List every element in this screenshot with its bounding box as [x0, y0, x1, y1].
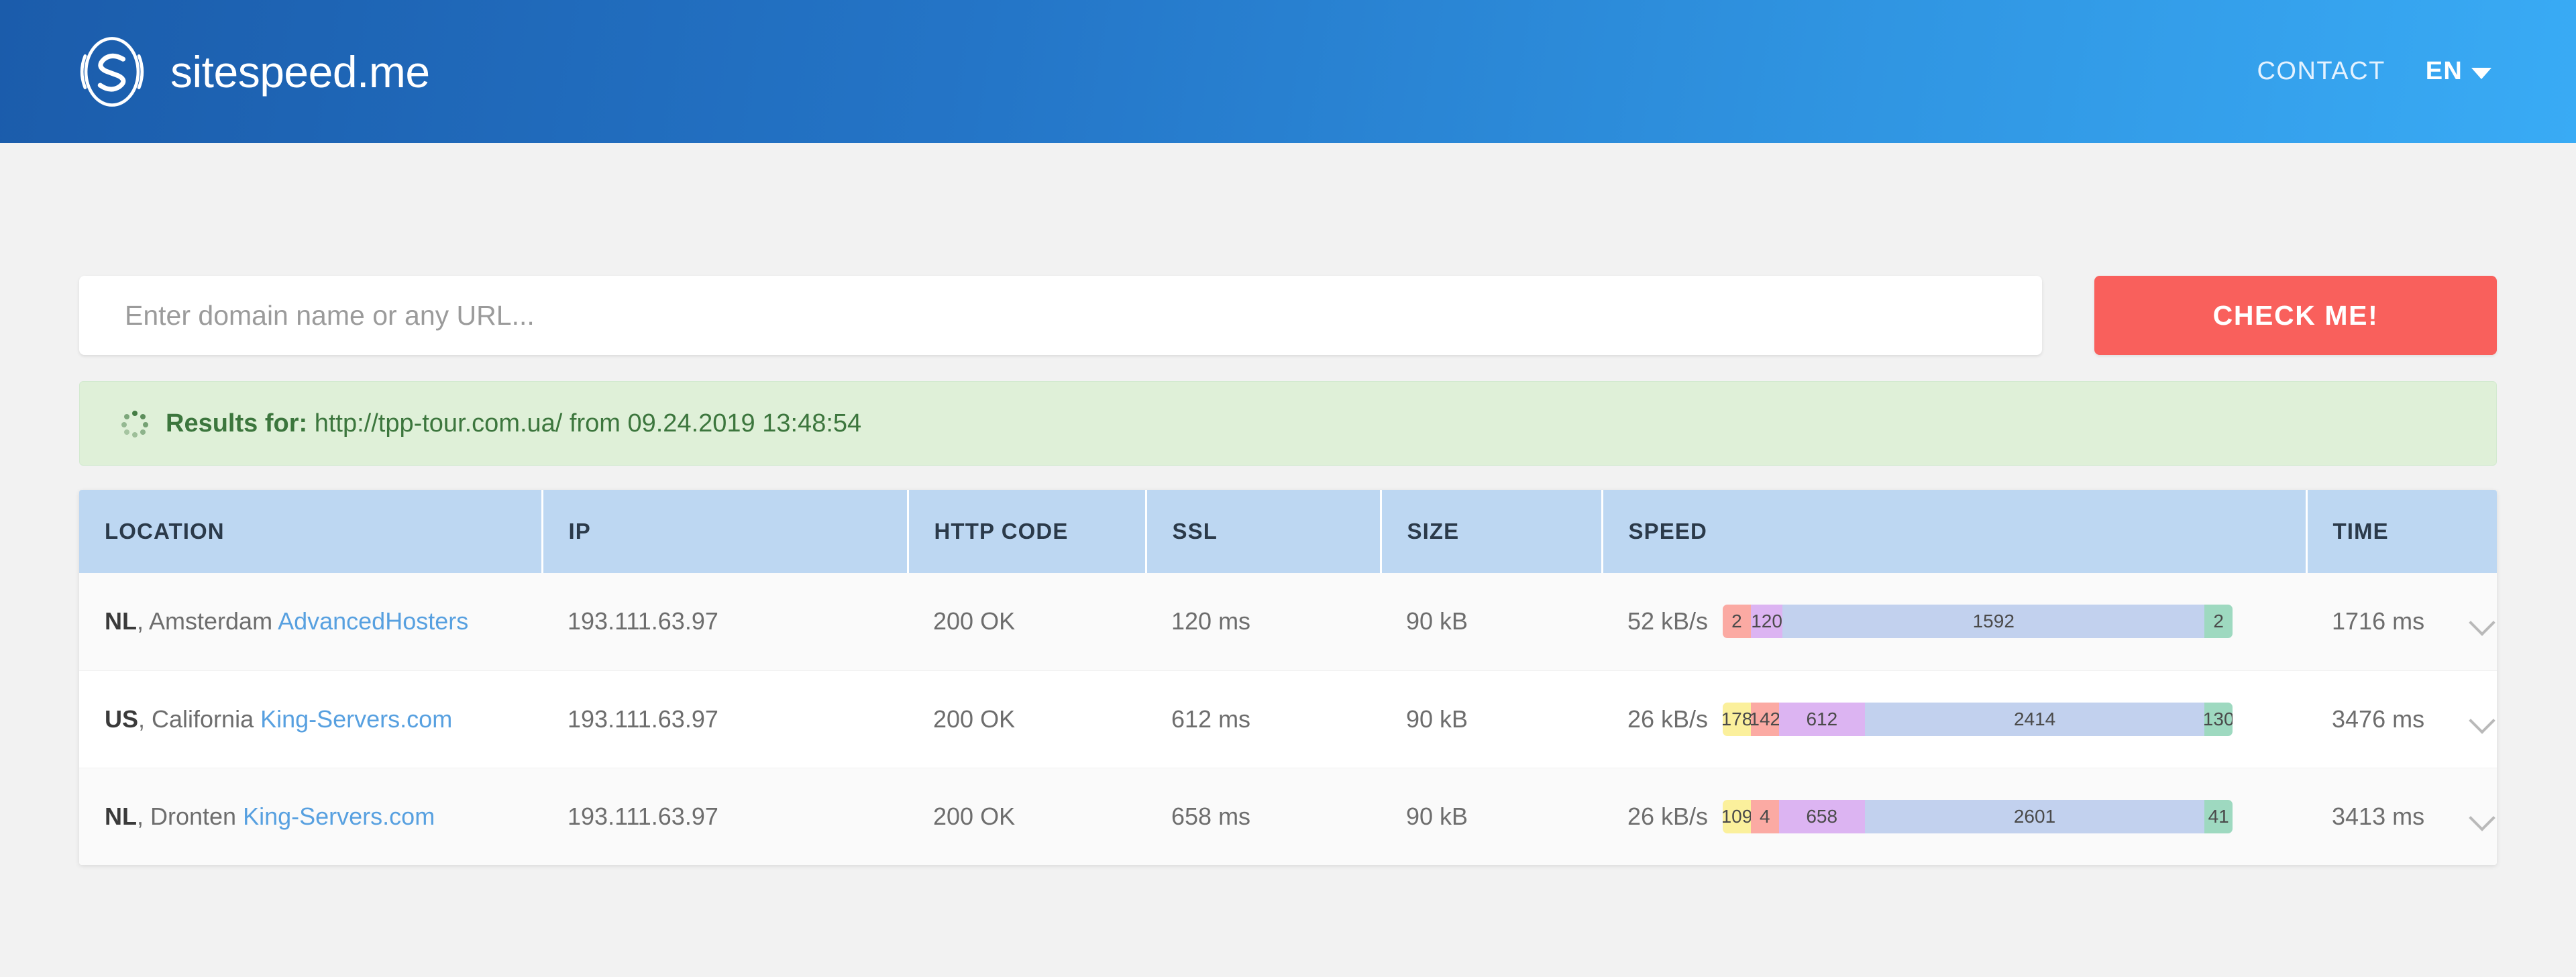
speed-rate-label: 26 kB/s: [1627, 705, 1709, 733]
cell-location: US, California King-Servers.com: [79, 670, 542, 768]
speed-bar-segment: 4: [1750, 799, 1779, 833]
cell-size: 90 kB: [1381, 573, 1602, 671]
results-date: 09.24.2019: [627, 409, 755, 438]
cell-ssl: 120 ms: [1146, 573, 1381, 671]
cell-size: 90 kB: [1381, 670, 1602, 768]
header-nav: CONTACT EN: [2257, 57, 2504, 86]
chevron-down-icon[interactable]: [2467, 705, 2497, 734]
speed-bar-segment: 178: [1723, 702, 1751, 736]
results-table-body: NL, Amsterdam AdvancedHosters 193.111.63.…: [79, 573, 2497, 865]
brand-name: sitespeed.me: [170, 46, 430, 97]
speed-bar-segment: 658: [1778, 799, 1865, 833]
speed-bar-segment: 130: [2204, 702, 2233, 736]
results-table-head: LOCATION IP HTTP CODE SSL SIZE SPEED TIM…: [79, 490, 2497, 573]
column-header-http-code[interactable]: HTTP CODE: [908, 490, 1147, 573]
cell-time: 1716 ms: [2306, 573, 2497, 671]
column-header-speed[interactable]: SPEED: [1602, 490, 2308, 573]
table-row[interactable]: NL, Amsterdam AdvancedHosters 193.111.63.…: [79, 573, 2497, 671]
country-code: NL: [105, 607, 137, 635]
chevron-down-icon[interactable]: [2467, 802, 2497, 831]
host-provider-link[interactable]: King-Servers.com: [243, 803, 435, 830]
speed-bar-segment: 1592: [1782, 605, 2205, 639]
speed-breakdown-bar: 2 120 1592 2: [1723, 605, 2233, 639]
cell-location: NL, Dronten King-Servers.com: [79, 768, 542, 865]
language-selector[interactable]: EN: [2426, 57, 2491, 86]
table-row[interactable]: NL, Dronten King-Servers.com 193.111.63.9…: [79, 768, 2497, 865]
cell-http-code: 200 OK: [908, 573, 1146, 671]
speed-rate-label: 26 kB/s: [1627, 802, 1709, 830]
speed-bar-segment: 109: [1723, 799, 1751, 833]
country-code: NL: [105, 802, 137, 830]
cell-time: 3476 ms: [2306, 670, 2497, 768]
check-me-button[interactable]: CHECK ME!: [2094, 276, 2497, 355]
column-header-size[interactable]: SIZE: [1381, 490, 1603, 573]
speed-rate-label: 52 kB/s: [1627, 607, 1709, 635]
caret-down-icon: [2471, 68, 2491, 79]
results-banner: Results for: http://tpp-tour.com.ua/ fro…: [79, 381, 2497, 466]
column-header-location[interactable]: LOCATION: [79, 490, 543, 573]
column-header-time[interactable]: TIME: [2306, 490, 2497, 573]
country-code: US: [105, 705, 139, 733]
results-url: http://tpp-tour.com.ua/: [314, 409, 563, 438]
cell-ip: 193.111.63.97: [542, 670, 908, 768]
cell-ip: 193.111.63.97: [542, 768, 908, 865]
results-from-word: from: [569, 409, 621, 438]
search-input-wrapper[interactable]: [79, 276, 2042, 355]
search-row: CHECK ME!: [79, 276, 2497, 355]
table-header-row: LOCATION IP HTTP CODE SSL SIZE SPEED TIM…: [79, 490, 2497, 573]
city-name: , Dronten: [137, 802, 244, 830]
cell-ssl: 658 ms: [1146, 768, 1381, 865]
page-content: CHECK ME! Results for: http://tpp-tour.c…: [0, 276, 2576, 865]
cell-location: NL, Amsterdam AdvancedHosters: [79, 573, 542, 671]
speed-bar-segment: 2601: [1864, 799, 2205, 833]
total-time-value: 1716 ms: [2332, 607, 2425, 635]
cell-speed: 26 kB/s 178 142 612 2414 130: [1602, 670, 2306, 768]
cell-ssl: 612 ms: [1146, 670, 1381, 768]
speed-bar-segment: 2: [1723, 605, 1751, 639]
brand[interactable]: sitespeed.me: [72, 32, 430, 111]
speed-bar-segment: 2414: [1865, 702, 2205, 736]
cell-speed: 52 kB/s 2 120 1592 2: [1602, 573, 2306, 671]
language-selector-label: EN: [2425, 57, 2463, 85]
host-provider-link[interactable]: AdvancedHosters: [278, 607, 468, 635]
cell-http-code: 200 OK: [908, 768, 1146, 865]
chevron-down-icon[interactable]: [2467, 607, 2497, 636]
site-header: sitespeed.me CONTACT EN: [0, 0, 2576, 143]
results-table: LOCATION IP HTTP CODE SSL SIZE SPEED TIM…: [79, 490, 2497, 865]
loading-spinner-icon: [121, 411, 148, 438]
speed-breakdown-bar: 109 4 658 2601 41: [1723, 799, 2233, 833]
speed-bar-segment: 41: [2204, 799, 2233, 833]
speed-breakdown-bar: 178 142 612 2414 130: [1723, 702, 2233, 736]
cell-size: 90 kB: [1381, 768, 1602, 865]
cell-time: 3413 ms: [2306, 768, 2497, 865]
speed-bar-segment: 612: [1778, 702, 1865, 736]
total-time-value: 3476 ms: [2332, 705, 2425, 733]
speed-bar-segment: 142: [1750, 702, 1779, 736]
results-time: 13:48:54: [762, 409, 862, 438]
table-row[interactable]: US, California King-Servers.com 193.111.6…: [79, 670, 2497, 768]
cell-speed: 26 kB/s 109 4 658 2601 41: [1602, 768, 2306, 865]
total-time-value: 3413 ms: [2332, 802, 2425, 830]
city-name: , Amsterdam: [137, 607, 278, 635]
host-provider-link[interactable]: King-Servers.com: [260, 705, 452, 733]
speed-bar-segment: 2: [2204, 605, 2233, 639]
column-header-ssl[interactable]: SSL: [1146, 490, 1382, 573]
results-banner-text: Results for: http://tpp-tour.com.ua/ fro…: [166, 409, 861, 438]
speed-bar-segment: 120: [1750, 605, 1783, 639]
nav-contact-link[interactable]: CONTACT: [2257, 57, 2385, 86]
search-input[interactable]: [125, 299, 1996, 331]
column-header-ip[interactable]: IP: [542, 490, 909, 573]
results-label: Results for:: [166, 409, 308, 438]
sitespeed-circle-s-logo-icon: [72, 32, 152, 111]
city-name: , California: [138, 705, 261, 733]
cell-http-code: 200 OK: [908, 670, 1146, 768]
cell-ip: 193.111.63.97: [542, 573, 908, 671]
results-table-card: LOCATION IP HTTP CODE SSL SIZE SPEED TIM…: [79, 490, 2497, 865]
